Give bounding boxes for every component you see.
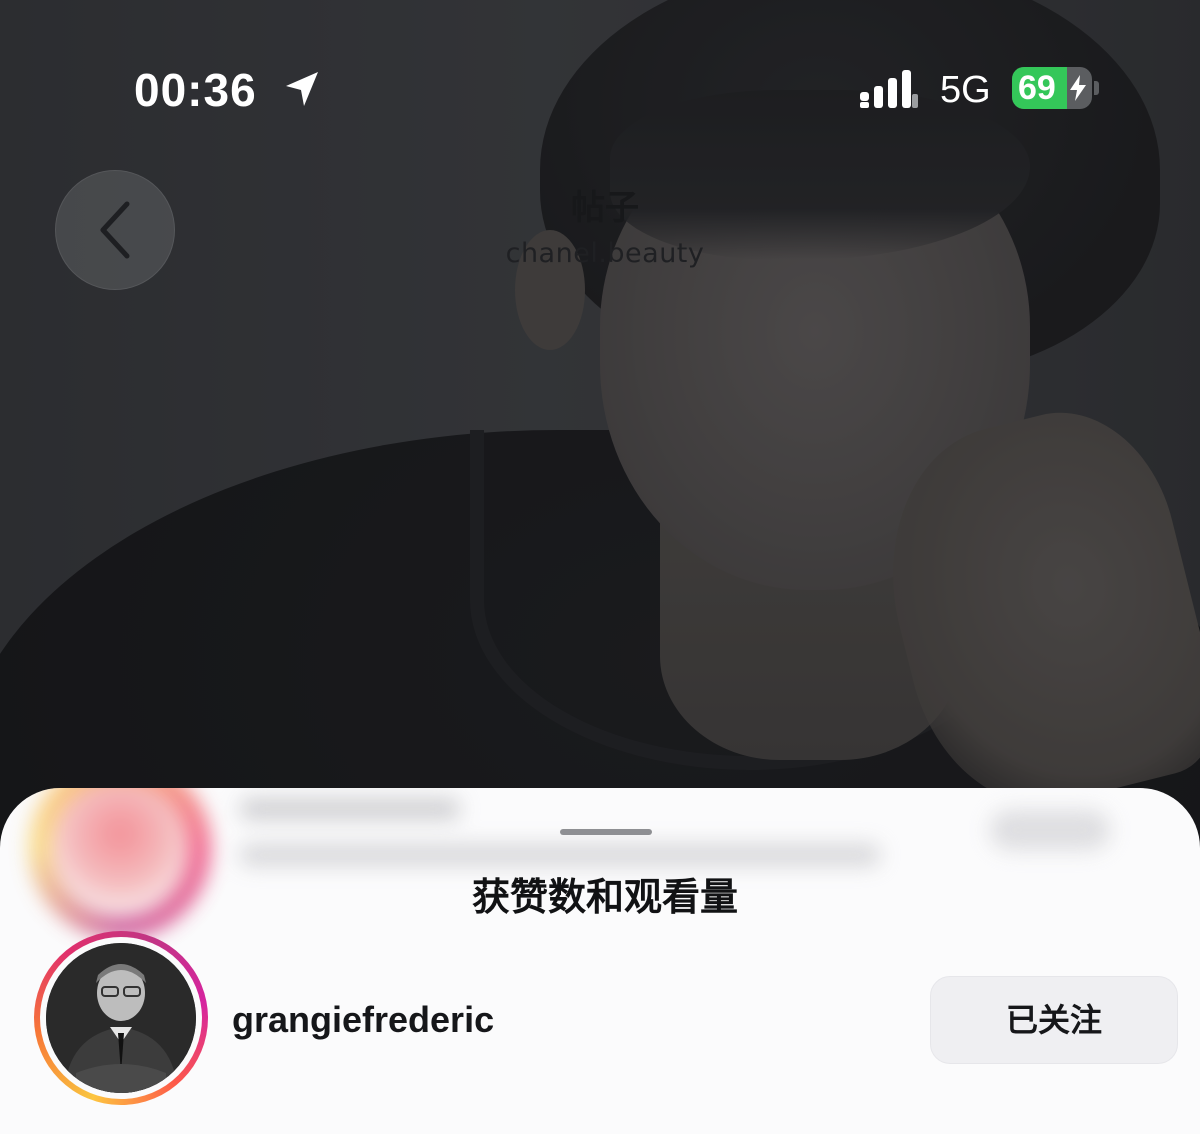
- blurred-text-line: [240, 798, 460, 820]
- chevron-left-icon: [100, 201, 130, 259]
- blurred-button: [990, 810, 1110, 850]
- user-list-item[interactable]: grangiefrederic 已关注: [0, 928, 1200, 1118]
- blurred-text-line: [240, 844, 880, 866]
- battery-indicator: 69: [1012, 67, 1099, 109]
- avatar-gap: [40, 937, 202, 1099]
- battery-tip: [1094, 81, 1099, 95]
- bolt-icon: [1070, 75, 1086, 101]
- page-title: 帖子: [571, 188, 639, 228]
- cellular-signal-icon: [860, 70, 918, 108]
- likes-and-views-sheet: 获赞数和观看量 grangiefrederic 已关注: [0, 788, 1200, 1134]
- status-time: 00:36: [134, 64, 257, 116]
- username[interactable]: grangiefrederic: [232, 998, 494, 1042]
- sheet-drag-handle[interactable]: [560, 829, 652, 835]
- back-button[interactable]: [55, 170, 175, 290]
- status-bar: 00:36 5G 69: [0, 0, 1200, 140]
- location-arrow-icon: [286, 72, 318, 106]
- network-type: 5G: [940, 69, 991, 111]
- battery-body: 69: [1012, 67, 1092, 109]
- page-subtitle[interactable]: chanel.beauty: [405, 236, 805, 272]
- sheet-title: 获赞数和观看量: [471, 875, 738, 919]
- battery-percent: 69: [1018, 69, 1056, 107]
- avatar-photo: [46, 943, 196, 1093]
- story-ring[interactable]: [34, 931, 208, 1105]
- following-button[interactable]: 已关注: [930, 976, 1178, 1064]
- avatar: [46, 943, 196, 1093]
